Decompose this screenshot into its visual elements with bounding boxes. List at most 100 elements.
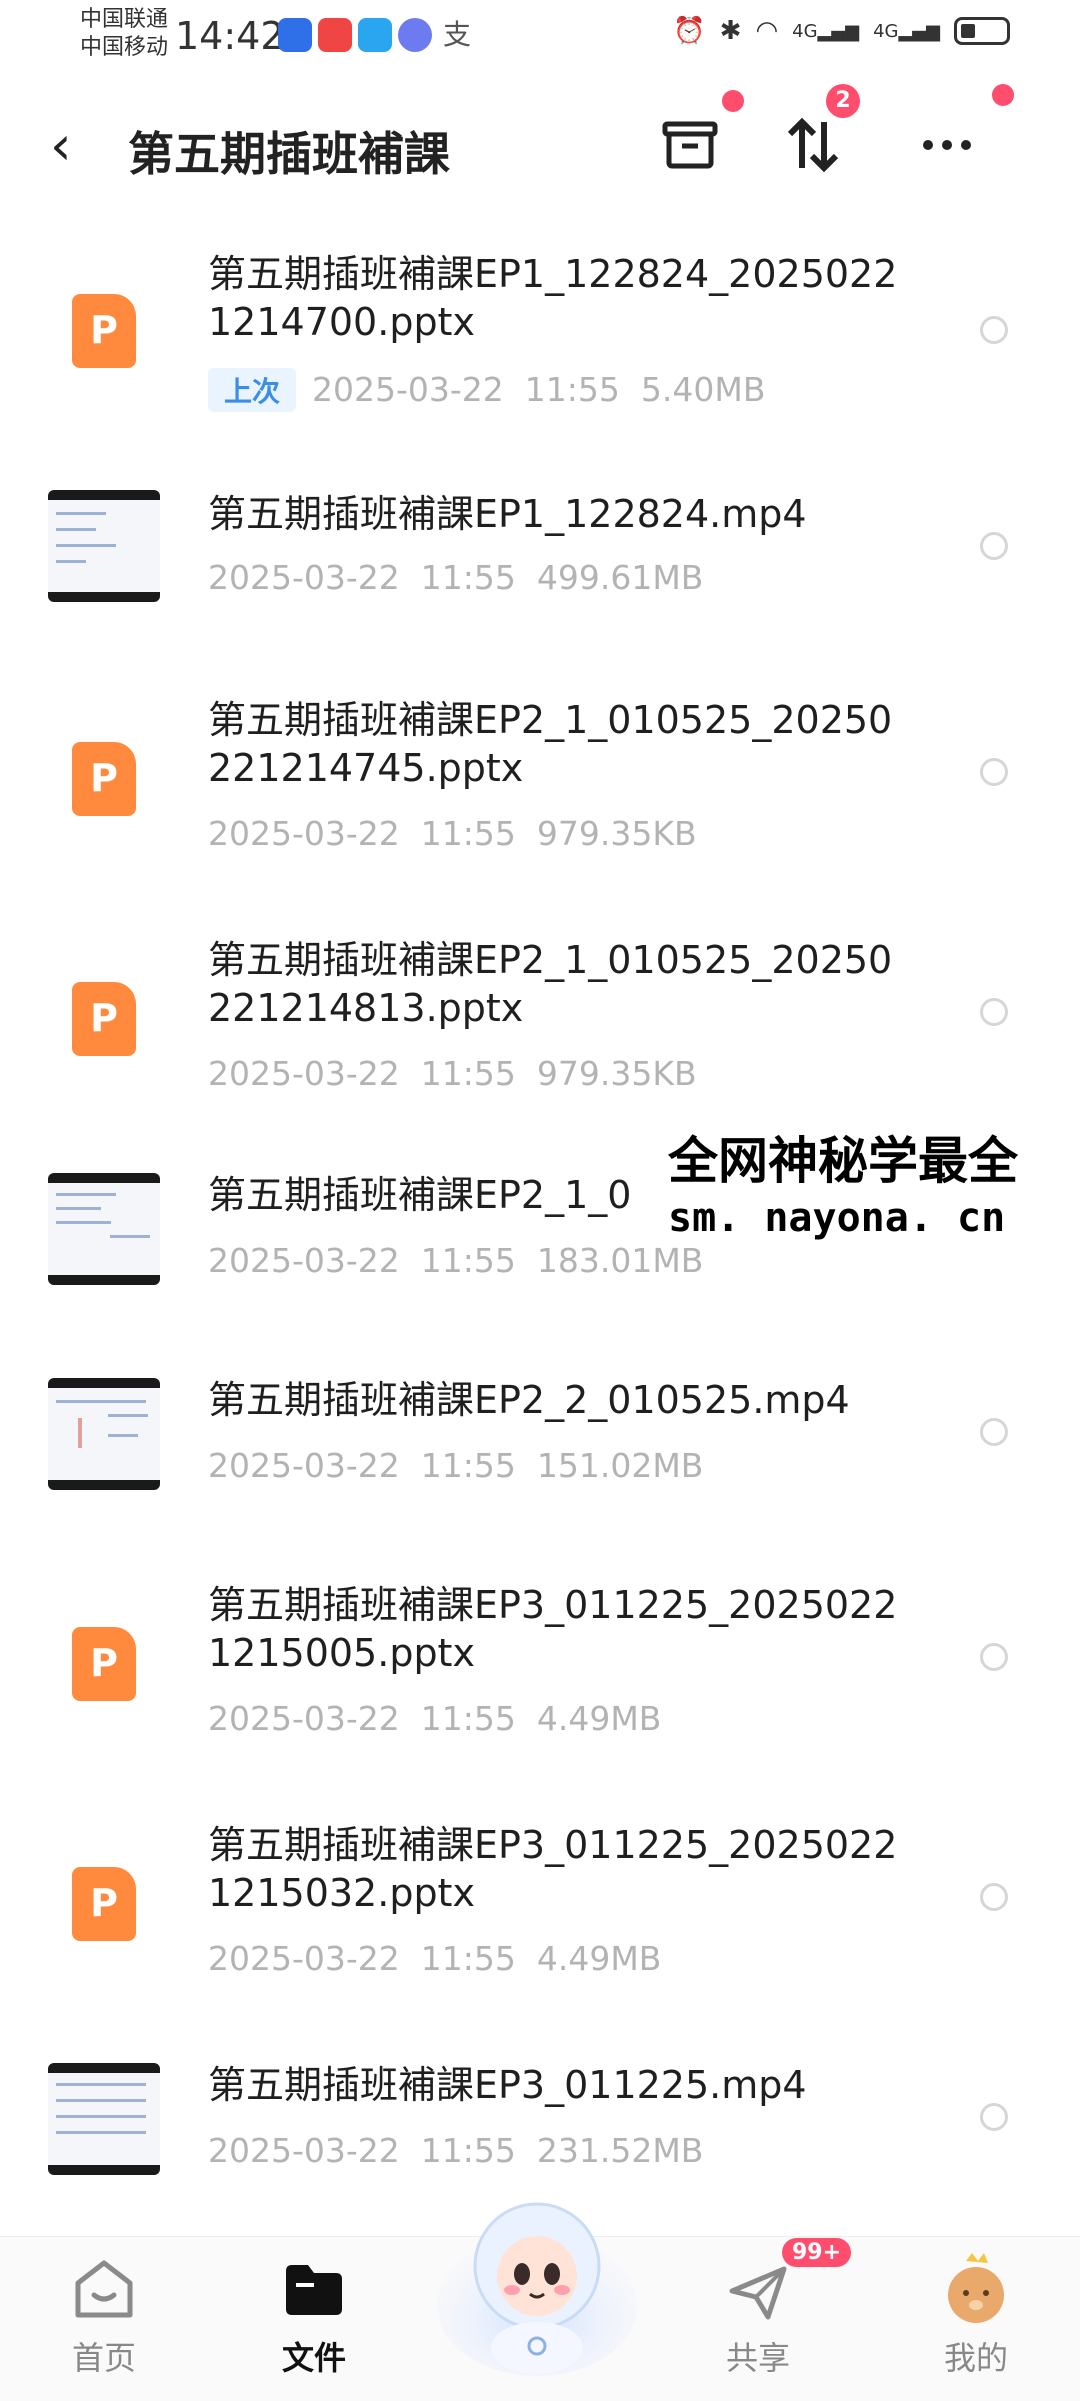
file-name: 第五期插班補課EP3_011225_20250221215005.pptx [208,1583,898,1675]
file-date: 2025-03-22 [312,370,504,409]
file-time: 11:55 [420,1054,516,1093]
file-date: 2025-03-22 [208,558,400,597]
alarm-icon: ⏰ [673,16,706,46]
pptx-file-icon: P [72,742,136,816]
select-checkbox[interactable] [980,532,1008,560]
file-time: 11:55 [420,2131,516,2170]
battery-icon [954,17,1010,45]
file-size: 4.49MB [536,1699,662,1738]
file-size: 4.49MB [536,1939,662,1978]
shop-notification-icon [318,18,352,52]
file-row[interactable]: P 第五期插班補課EP2_1_010525_20250221214745.ppt… [0,690,1080,890]
watermark: 全网神秘学最全 sm. nayona. cn [668,1130,1080,1244]
select-checkbox[interactable] [980,316,1008,344]
last-opened-tag: 上次 [208,368,297,412]
file-date: 2025-03-22 [208,814,400,853]
select-checkbox[interactable] [980,1883,1008,1911]
select-checkbox[interactable] [980,998,1008,1026]
sort-icon[interactable] [778,110,848,180]
watermark-line-1: 全网神秘学最全 [668,1132,1018,1190]
archive-icon[interactable] [655,110,725,180]
share-badge: 99+ [782,2238,852,2267]
file-date: 2025-03-22 [208,1699,400,1738]
file-size: 231.52MB [536,2131,704,2170]
file-row[interactable]: 第五期插班補課EP1_122824.mp4 2025-03-22 11:55 4… [0,480,1080,640]
assistant-mascot-button[interactable] [432,2176,642,2386]
nav-mine-label: 我的 [943,2339,1008,2377]
select-checkbox[interactable] [980,1418,1008,1446]
select-checkbox[interactable] [980,758,1008,786]
file-date: 2025-03-22 [208,1446,400,1485]
pptx-file-icon: P [72,1867,136,1941]
network-type-1: 4G [792,20,818,42]
file-row[interactable]: P 第五期插班補課EP2_1_010525_20250221214813.ppt… [0,930,1080,1130]
file-name: 第五期插班補課EP3_011225.mp4 [208,2063,807,2107]
file-name: 第五期插班補課EP2_1_010525_20250221214745.pptx [208,698,893,790]
nav-share-label: 共享 [725,2339,790,2377]
file-row[interactable]: P 第五期插班補課EP3_011225_20250221215005.pptx … [0,1575,1080,1775]
file-meta: 2025-03-22 11:55 4.49MB [208,1699,661,1738]
pptx-file-icon: P [72,982,136,1056]
pptx-file-icon: P [72,1627,136,1701]
home-icon [75,2260,133,2318]
more-badge [992,84,1014,106]
file-meta: 2025-03-22 11:55 499.61MB [208,558,703,597]
nav-files-label: 文件 [281,2339,346,2377]
file-time: 11:55 [420,1241,516,1280]
sort-badge: 2 [826,84,860,118]
file-meta: 2025-03-22 11:55 979.35KB [208,1054,697,1093]
file-date: 2025-03-22 [208,2131,400,2170]
file-name: 第五期插班補課EP1_122824_20250221214700.pptx [208,252,898,344]
file-row[interactable]: P 第五期插班補課EP1_122824_20250221214700.pptx … [0,240,1080,450]
file-size: 979.35KB [536,814,697,853]
wifi-icon: ◠ [755,16,779,46]
signal-2-icon: 4G▂▄▆ [873,20,940,42]
video-thumbnail [48,1378,160,1490]
file-name: 第五期插班補課EP2_2_010525.mp4 [208,1378,850,1422]
system-icons: ⏰ ✱ ◠ 4G▂▄▆ 4G▂▄▆ [673,16,1010,46]
file-meta: 2025-03-22 11:55 231.52MB [208,2131,703,2170]
file-size: 183.01MB [536,1241,704,1280]
file-date: 2025-03-22 [208,1054,400,1093]
file-meta: 2025-03-22 11:55 183.01MB [208,1241,703,1280]
carrier-2: 中国移动 [80,35,169,60]
file-time: 11:55 [420,1446,516,1485]
file-row[interactable]: 第五期插班補課EP2_2_010525.mp4 2025-03-22 11:55… [0,1370,1080,1530]
clock: 14:42 [175,14,285,58]
file-time: 11:55 [420,1699,516,1738]
file-name: 第五期插班補課EP3_011225_20250221215032.pptx [208,1823,898,1915]
file-time: 11:55 [524,370,620,409]
network-type-2: 4G [873,20,899,42]
file-meta: 2025-03-22 11:55 151.02MB [208,1446,703,1485]
page-title: 第五期插班補課 [128,127,450,181]
carriers: 中国联通 中国移动 [80,6,168,62]
file-size: 499.61MB [536,558,704,597]
profile-avatar-icon [948,2253,1004,2323]
file-time: 11:55 [420,1939,516,1978]
nav-home-label: 首页 [71,2339,136,2377]
file-time: 11:55 [420,814,516,853]
video-thumbnail [48,1173,160,1285]
file-meta: 上次 2025-03-22 11:55 5.40MB [208,368,765,412]
weather-notification-icon [358,18,392,52]
file-meta: 2025-03-22 11:55 979.35KB [208,814,697,853]
video-thumbnail [48,2063,160,2175]
signal-1-icon: 4G▂▄▆ [792,20,860,42]
select-checkbox[interactable] [980,1643,1008,1671]
back-button[interactable]: ‹ [50,114,72,177]
file-date: 2025-03-22 [208,1241,400,1280]
app-notification-icon [278,18,312,52]
file-size: 151.02MB [536,1446,704,1485]
more-options-icon[interactable] [912,110,982,180]
file-time: 11:55 [420,558,516,597]
pptx-file-icon: P [72,294,136,368]
file-size: 979.35KB [536,1054,697,1093]
folder-icon [286,2265,342,2315]
video-thumbnail [48,490,160,602]
file-name: 第五期插班補課EP1_122824.mp4 [208,492,807,536]
file-row[interactable]: P 第五期插班補課EP3_011225_20250221215032.pptx … [0,1815,1080,2015]
header: ‹ 第五期插班補課 2 [0,84,1080,200]
select-checkbox[interactable] [980,2103,1008,2131]
bluetooth-icon: ✱ [719,16,742,46]
archive-badge [722,90,744,112]
